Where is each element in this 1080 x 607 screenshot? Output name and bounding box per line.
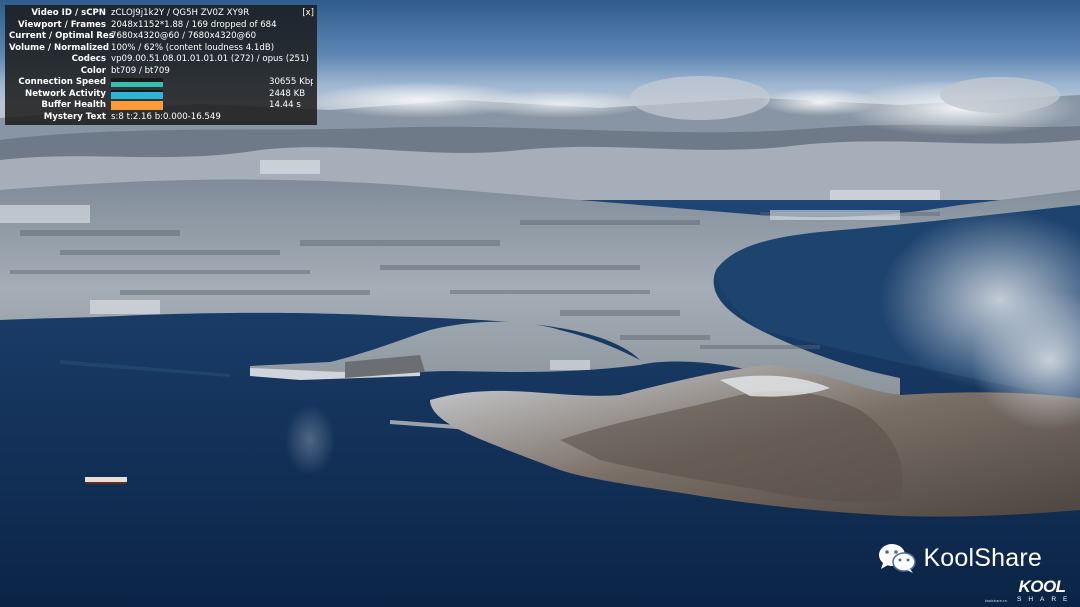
stats-value: s:8 t:2.16 b:0.000-16.549 bbox=[111, 111, 221, 122]
stats-label: Codecs bbox=[71, 54, 106, 64]
network-activity-graph bbox=[111, 89, 163, 99]
logo-top-text: KOOL bbox=[1018, 577, 1066, 596]
stats-row-mystery-text: Mystery Text s:8 t:2.16 b:0.000-16.549 bbox=[9, 112, 313, 124]
stats-row-viewport: Viewport / Frames 2048x1152*1.88 / 169 d… bbox=[9, 20, 313, 32]
koolshare-logo: KOOL SHARE bbox=[1010, 577, 1075, 604]
stats-row-buffer-health: Buffer Health 14.44 s bbox=[9, 100, 313, 112]
stats-label: Color bbox=[80, 65, 106, 76]
stats-row-video-id: Video ID / sCPN zCLOJ9j1k2Y / QG5H ZV0Z … bbox=[9, 8, 313, 20]
stats-value: vp09.00.51.08.01.01.01.01 (272) / opus (… bbox=[111, 54, 309, 64]
stats-label: Video ID / sCPN bbox=[31, 8, 106, 18]
stats-value: 2048x1152*1.88 / 169 dropped of 684 bbox=[111, 19, 277, 30]
logo-bottom-text: SHARE bbox=[1017, 596, 1075, 603]
close-stats-button[interactable]: [x] bbox=[302, 8, 314, 18]
stats-row-network-activity: Network Activity 2448 KB bbox=[9, 89, 313, 101]
stats-label: Volume / Normalized bbox=[9, 42, 110, 53]
stats-value: 14.44 s bbox=[269, 100, 301, 110]
stats-value: 30655 Kbps bbox=[269, 77, 313, 87]
graph-fill bbox=[111, 81, 163, 87]
graph-fill bbox=[111, 101, 163, 110]
graph-fill bbox=[111, 91, 163, 99]
stats-row-codecs: Codecs vp09.00.51.08.01.01.01.01 (272) /… bbox=[9, 54, 313, 66]
connection-speed-graph bbox=[111, 78, 163, 87]
stats-for-nerds-panel: [x] Video ID / sCPN zCLOJ9j1k2Y / QG5H Z… bbox=[5, 5, 317, 125]
stats-row-connection-speed: Connection Speed 30655 Kbps bbox=[9, 77, 313, 89]
stats-row-resolution: Current / Optimal Res 7680x4320@60 / 768… bbox=[9, 31, 313, 43]
stats-label: Current / Optimal Res bbox=[9, 31, 114, 41]
wechat-icon bbox=[879, 544, 917, 573]
stats-value: 7680x4320@60 / 7680x4320@60 bbox=[111, 31, 257, 41]
stats-label: Connection Speed bbox=[18, 77, 106, 87]
stats-label: Network Activity bbox=[25, 88, 106, 99]
stats-label: Mystery Text bbox=[43, 111, 106, 122]
stats-label: Buffer Health bbox=[41, 100, 106, 110]
watermark-brand-text: KoolShare bbox=[923, 543, 1042, 572]
stats-row-color: Color bt709 / bt709 bbox=[9, 66, 313, 78]
ship bbox=[85, 477, 127, 482]
stats-value: zCLOJ9j1k2Y / QG5H ZV0Z XY9R bbox=[111, 8, 250, 18]
buffer-health-graph bbox=[111, 101, 163, 110]
stats-row-volume: Volume / Normalized 100% / 62% (content … bbox=[9, 43, 313, 55]
stats-value: 100% / 62% (content loudness 4.1dB) bbox=[111, 42, 275, 53]
stats-value: 2448 KB bbox=[269, 88, 306, 99]
site-url: koolshare.cn bbox=[984, 599, 1007, 603]
stats-value: bt709 / bt709 bbox=[111, 65, 170, 76]
stats-label: Viewport / Frames bbox=[18, 19, 106, 30]
watermark: KoolShare bbox=[877, 542, 1042, 574]
